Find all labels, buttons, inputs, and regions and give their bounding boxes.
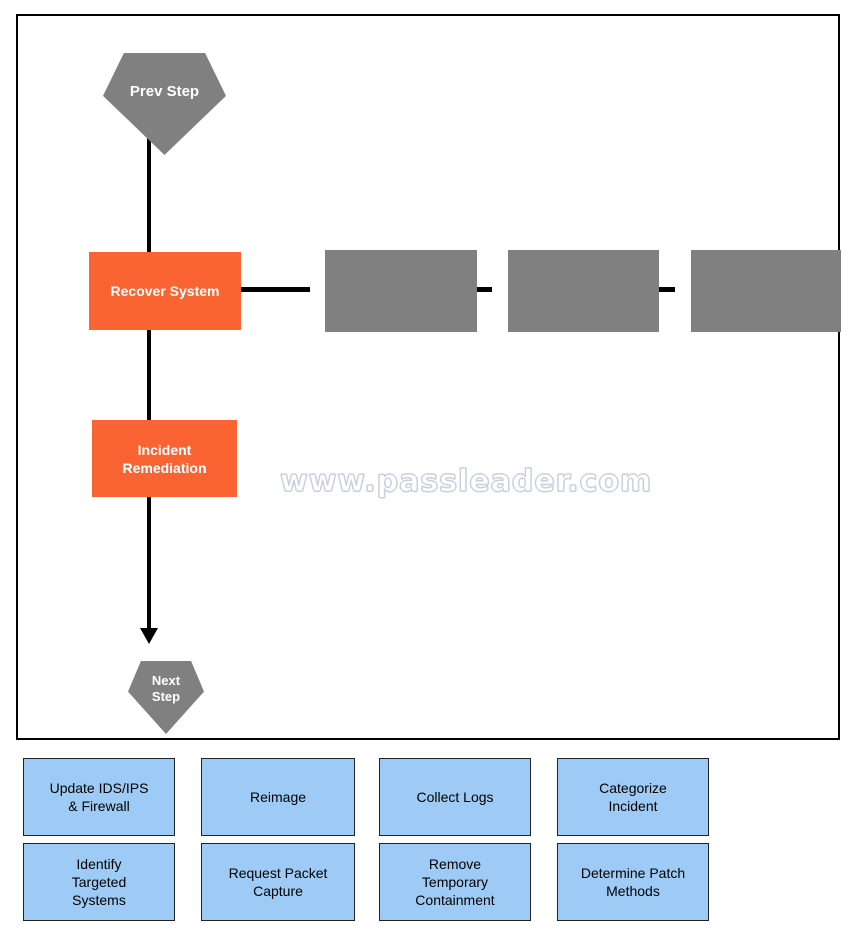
node-incident-remediation-label-line1: Incident bbox=[137, 441, 192, 458]
node-incident-remediation[interactable]: Incident Remediation bbox=[92, 420, 237, 497]
option-label: Remove Temporary Containment bbox=[415, 855, 494, 909]
option-label-line2: Methods bbox=[606, 883, 660, 899]
connector-prev-to-recover bbox=[147, 134, 151, 258]
option-tile-identify-targeted-systems[interactable]: Identify Targeted Systems bbox=[23, 843, 175, 921]
option-tile-collect-logs[interactable]: Collect Logs bbox=[379, 758, 531, 836]
option-label: Determine Patch Methods bbox=[581, 864, 685, 900]
option-tile-determine-patch-methods[interactable]: Determine Patch Methods bbox=[557, 843, 709, 921]
diagram-canvas: Prev Step Recover System Incident Remedi… bbox=[16, 14, 841, 740]
node-recover-system-label: Recover System bbox=[110, 283, 220, 299]
option-tile-request-packet-capture[interactable]: Request Packet Capture bbox=[201, 843, 355, 921]
node-next-step: Next Step bbox=[128, 661, 204, 734]
option-label-line2: & Firewall bbox=[68, 798, 130, 814]
connector-recover-to-remediation bbox=[147, 312, 151, 436]
node-next-step-label: Next Step bbox=[152, 673, 180, 705]
option-tile-categorize-incident[interactable]: Categorize Incident bbox=[557, 758, 709, 836]
option-label: Reimage bbox=[249, 789, 307, 805]
node-next-step-label-line1: Next bbox=[151, 672, 181, 688]
option-label-line2: Temporary bbox=[421, 874, 489, 890]
option-label-line1: Update IDS/IPS bbox=[49, 780, 149, 796]
connector-remediation-to-next bbox=[147, 481, 151, 629]
option-label-line1: Determine Patch bbox=[580, 865, 686, 881]
option-label-line3: Systems bbox=[72, 892, 126, 908]
node-prev-step-label: Prev Step bbox=[129, 82, 200, 100]
arrow-head-icon bbox=[140, 628, 158, 644]
node-next-step-label-line2: Step bbox=[151, 688, 181, 704]
option-label-line3: Containment bbox=[415, 892, 495, 908]
option-label: Collect Logs bbox=[416, 789, 494, 805]
node-recover-system[interactable]: Recover System bbox=[89, 252, 241, 330]
option-label: Update IDS/IPS & Firewall bbox=[50, 779, 149, 815]
option-label-line2: Incident bbox=[608, 798, 658, 814]
option-label: Request Packet Capture bbox=[229, 864, 328, 900]
node-prev-step: Prev Step bbox=[103, 53, 226, 155]
node-incident-remediation-label: Incident Remediation bbox=[122, 441, 206, 477]
option-label: Identify Targeted Systems bbox=[72, 855, 126, 909]
option-label-line2: Capture bbox=[253, 883, 303, 899]
option-tile-update-ids-ips-firewall[interactable]: Update IDS/IPS & Firewall bbox=[23, 758, 175, 836]
option-label-line1: Request Packet bbox=[228, 865, 328, 881]
option-tile-reimage[interactable]: Reimage bbox=[201, 758, 355, 836]
option-bank: Update IDS/IPS & Firewall Reimage Collec… bbox=[0, 752, 855, 932]
watermark: www.passleader.com bbox=[279, 464, 653, 500]
drop-slot-3[interactable] bbox=[691, 250, 841, 332]
drop-slot-1[interactable] bbox=[325, 250, 477, 332]
option-label-line2: Targeted bbox=[71, 874, 127, 890]
option-label: Categorize Incident bbox=[599, 779, 667, 815]
node-incident-remediation-label-line2: Remediation bbox=[122, 459, 207, 476]
drop-slot-2[interactable] bbox=[508, 250, 659, 332]
option-label-line1: Identify bbox=[76, 856, 122, 872]
option-label-line1: Remove bbox=[428, 856, 482, 872]
option-tile-remove-temporary-containment[interactable]: Remove Temporary Containment bbox=[379, 843, 531, 921]
option-label-line1: Categorize bbox=[599, 780, 667, 796]
